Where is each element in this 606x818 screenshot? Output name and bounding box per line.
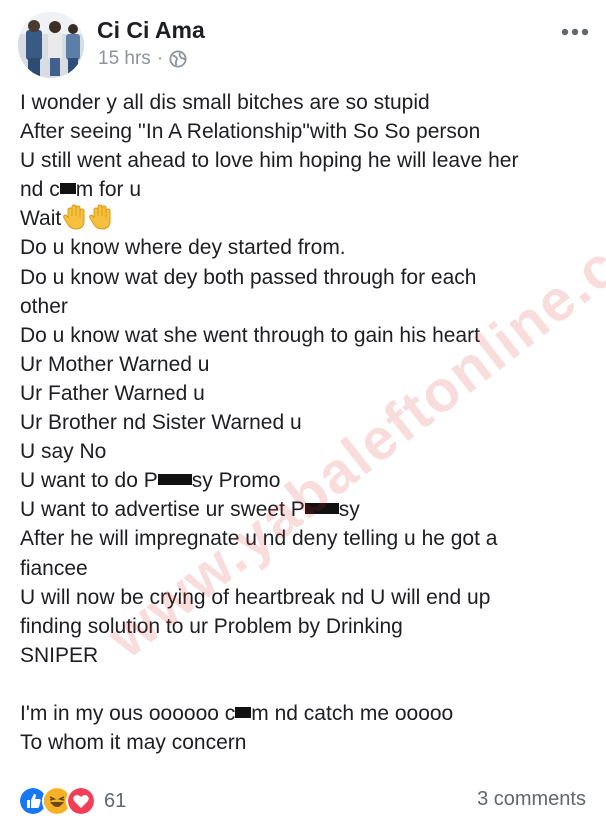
post-text: I wonder y all dis small bitches are so … (20, 88, 592, 757)
post-footer: 61 3 comments (0, 780, 606, 818)
post-line: nd c m for u (20, 175, 592, 204)
post-line: other (20, 294, 68, 318)
avatar-image (18, 12, 84, 78)
author-name[interactable]: Ci Ci Ama (97, 17, 205, 44)
censor-block (235, 706, 252, 718)
post-line: Wait (20, 204, 592, 233)
censor-block (157, 474, 192, 486)
post-line: SNIPER (20, 643, 99, 667)
post-line: Do u know wat she went through to gain h… (20, 323, 480, 347)
reaction-count: 61 (104, 789, 127, 812)
censor-block (59, 183, 76, 195)
post-line: Do u know where dey started from. (20, 236, 346, 260)
post-header: Ci Ci Ama 15 hrs · (0, 0, 606, 84)
post-line: I'm in my ous oooooo c m nd catch me oooo… (20, 699, 592, 728)
post-line-part: U want to advertise ur sweet P (20, 498, 305, 522)
post-line: U want to advertise ur sweet P sy (20, 495, 592, 524)
censor-block (304, 503, 339, 515)
post-line-part: U want to do P (20, 469, 158, 493)
post-line: Ur Brother nd Sister Warned u (20, 411, 302, 435)
avatar[interactable] (18, 12, 84, 78)
post-line: U say No (20, 440, 107, 464)
post-time[interactable]: 15 hrs (98, 48, 151, 70)
post-line: U will now be crying of heartbreak nd U … (20, 585, 491, 609)
post-meta: 15 hrs · (98, 48, 187, 70)
post-line: After he will impregnate u nd deny telli… (20, 527, 498, 551)
post-line-part: I'm in my ous oooooo c (20, 701, 236, 725)
globe-icon[interactable] (169, 50, 187, 68)
more-options-icon[interactable] (560, 22, 590, 42)
post-line: Do u know wat dey both passed through fo… (20, 265, 477, 289)
reactions-summary[interactable]: 61 (18, 786, 126, 816)
post-line-part: m for u (75, 178, 142, 202)
post-line: fiancee (20, 556, 88, 580)
post-line: I wonder y all dis small bitches are so … (20, 91, 430, 114)
post-line: To whom it may concern (20, 731, 247, 755)
post-line: Ur Father Warned u (20, 381, 205, 405)
comments-count[interactable]: 3 comments (477, 788, 586, 811)
post-line-part: m nd catch me ooooo (251, 701, 454, 725)
raised-hand-emoji-icon (63, 204, 85, 230)
raised-hand-emoji-icon (89, 204, 111, 230)
post-line: U want to do P sy Promo (20, 466, 592, 495)
post-line-part: Wait (20, 207, 62, 231)
meta-separator: · (156, 48, 164, 69)
post-line: U still went ahead to love him hoping he… (20, 149, 519, 173)
post-line-part: sy (338, 498, 360, 522)
post-line: finding solution to ur Problem by Drinki… (20, 614, 403, 638)
post-line: After seeing ''In A Relationship"with So… (20, 120, 481, 144)
post-line: Ur Mother Warned u (20, 352, 210, 376)
post-line-part: nd c (20, 178, 60, 202)
post-line-part: sy Promo (191, 469, 281, 493)
love-icon (66, 786, 96, 816)
